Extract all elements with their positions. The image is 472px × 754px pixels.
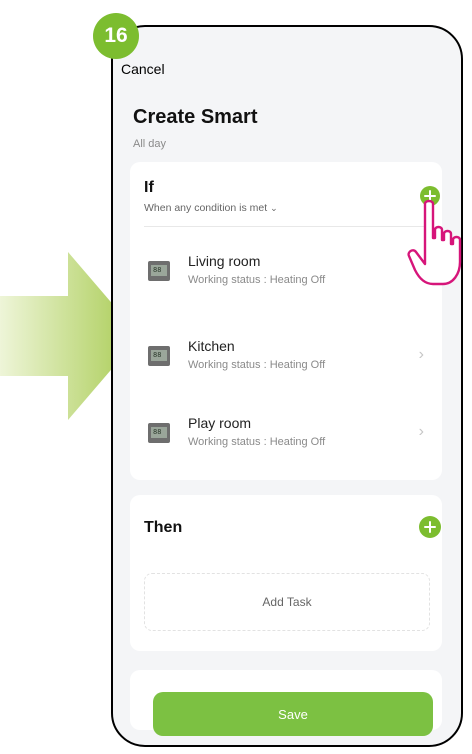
condition-text: When any condition is met [144,202,268,214]
add-task-button[interactable]: Add Task [144,573,430,631]
device-name: Play room [188,415,252,431]
page-title: Create Smart [133,106,258,128]
plus-icon [424,521,436,533]
then-card: Then Add Task [130,495,442,651]
device-name: Living room [188,253,261,269]
step-badge: 16 [93,13,139,59]
device-name: Kitchen [188,338,235,354]
save-button[interactable]: Save [153,692,433,736]
device-status: Working status : Heating Off [188,359,326,371]
cancel-button[interactable]: Cancel [121,61,165,77]
thermostat-icon: 88 [148,423,170,443]
chevron-right-icon: › [418,423,424,440]
divider [144,226,428,227]
if-label: If [144,179,154,196]
chevron-right-icon: › [418,346,424,363]
then-label: Then [144,519,183,536]
thermostat-icon: 88 [148,261,170,281]
condition-row-kitchen[interactable]: 88 Kitchen Working status : Heating Off … [130,330,442,390]
device-status: Working status : Heating Off [188,436,326,448]
condition-selector[interactable]: When any condition is met ⌄ [144,202,278,214]
condition-row-living-room[interactable]: 88 Living room Working status : Heating … [130,245,442,305]
thermostat-icon: 88 [148,346,170,366]
device-status: Working status : Heating Off [188,274,326,286]
chevron-down-icon: ⌄ [270,203,278,213]
tap-hand-icon [407,199,462,286]
if-card: If When any condition is met ⌄ 88 Living … [130,162,442,480]
phone-frame: Cancel Create Smart All day If When any … [111,25,463,747]
add-action-button[interactable] [419,516,441,538]
schedule-subtitle[interactable]: All day [133,138,166,150]
condition-row-play-room[interactable]: 88 Play room Working status : Heating Of… [130,407,442,467]
